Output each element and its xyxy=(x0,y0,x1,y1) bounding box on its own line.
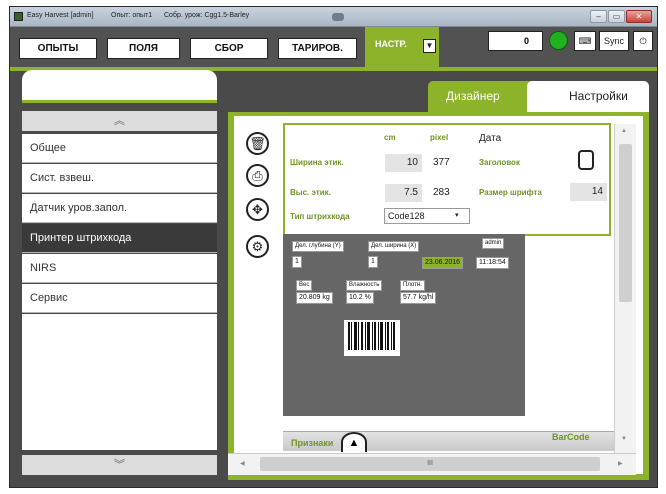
tab-settings[interactable]: Настройки xyxy=(527,81,649,112)
barcode-type-select[interactable]: Code128 ▾ xyxy=(384,208,470,224)
label-width-label: Ширина этик. xyxy=(290,158,344,167)
scroll-left-icon[interactable]: ◀ xyxy=(240,460,245,467)
menu-item-general[interactable]: Общее xyxy=(22,134,217,163)
font-size-label: Размер шрифта xyxy=(479,188,542,197)
harvest-label: Собр. урож: Cgg1.5-Barley xyxy=(164,12,250,19)
header-checkbox[interactable] xyxy=(578,150,594,170)
title-center-glyph xyxy=(332,13,344,21)
label-width-input[interactable]: 10 xyxy=(385,154,422,172)
preview-date[interactable]: 23.06.2016 xyxy=(422,257,464,269)
trash-icon[interactable]: 🗑 xyxy=(246,132,269,155)
preview-weight-value[interactable]: 20.809 kg xyxy=(296,292,333,304)
experiment-label: Опыт: опыт1 xyxy=(111,12,153,19)
close-button[interactable]: ✕ xyxy=(626,10,652,23)
preview-depth-value[interactable]: 1 xyxy=(292,256,302,268)
window-title: Easy Harvest [admin] xyxy=(27,12,94,19)
preview-moisture-value[interactable]: 10.2 % xyxy=(346,292,374,304)
expand-up-icon[interactable]: ▲ xyxy=(341,432,367,452)
move-icon[interactable]: ✥ xyxy=(246,198,269,221)
horizontal-scroll-thumb[interactable]: III xyxy=(260,457,600,471)
barcode-icon xyxy=(348,322,395,350)
preview-weight-label[interactable]: Вес xyxy=(296,280,313,291)
preview-user[interactable]: admin xyxy=(482,238,505,249)
menu-item-barcode-printer[interactable]: Принтер штрихкода xyxy=(22,224,217,253)
chevron-down-double-icon[interactable]: ︾ xyxy=(22,455,217,475)
preview-time[interactable]: 11:18:54 xyxy=(476,257,509,269)
app-icon xyxy=(14,12,23,21)
scroll-down-icon[interactable]: ▼ xyxy=(621,436,627,442)
preview-width-label[interactable]: Дел. ширина (X) xyxy=(368,241,420,252)
sync-button[interactable]: Sync xyxy=(599,31,629,51)
printer-icon[interactable]: ⎙ xyxy=(246,164,269,187)
tab-nastr[interactable]: НАСТР. ▼ xyxy=(365,27,439,67)
counter-display: 0 xyxy=(488,31,543,51)
chevron-up-icon[interactable]: ︽ xyxy=(22,111,217,131)
scroll-right-icon[interactable]: ▶ xyxy=(618,460,623,467)
minimize-button[interactable]: – xyxy=(590,10,607,23)
tab-sbor[interactable]: СБОР xyxy=(190,38,268,59)
date-header: Дата xyxy=(479,133,502,144)
chevron-down-icon[interactable]: ▼ xyxy=(423,39,436,53)
menu-item-nirs[interactable]: NIRS xyxy=(22,254,217,283)
menu-item-service[interactable]: Сервис xyxy=(22,284,217,313)
barcode-type-label: Тип штрихкода xyxy=(290,212,350,221)
scroll-up-icon[interactable]: ▲ xyxy=(621,128,627,134)
vertical-scrollbar[interactable]: ▲ ▼ xyxy=(614,124,636,454)
label-height-px: 283 xyxy=(433,187,450,198)
barcode-label: BarCode xyxy=(552,432,590,442)
font-size-input[interactable]: 14 xyxy=(570,183,607,201)
features-bar: Признаки ▲ BarCode xyxy=(283,431,614,452)
features-label: Признаки xyxy=(291,438,334,448)
label-height-label: Выс. этик. xyxy=(290,188,331,197)
title-bar: Easy Harvest [admin] Опыт: опыт1 Собр. у… xyxy=(10,7,657,27)
horizontal-scrollbar[interactable]: ◀ III ▶ xyxy=(228,453,636,475)
tab-nastr-label: НАСТР. xyxy=(375,39,407,49)
menu-empty-area xyxy=(22,314,217,450)
menu-item-weighing[interactable]: Сист. взвеш. xyxy=(22,164,217,193)
preview-density-value[interactable]: 57.7 kg/hl xyxy=(400,292,437,304)
status-indicator xyxy=(549,31,568,50)
cm-header: cm xyxy=(384,133,396,142)
left-panel-header xyxy=(22,70,217,103)
preview-depth-label[interactable]: Дел. глубина (Y) xyxy=(292,241,344,252)
tab-tarirov[interactable]: ТАРИРОВ. xyxy=(278,38,357,59)
chevron-down-icon: ▾ xyxy=(455,212,459,219)
tab-polya[interactable]: ПОЛЯ xyxy=(107,38,180,59)
pixel-header: pixel xyxy=(430,133,449,142)
gears-icon[interactable]: ⚙ xyxy=(246,235,269,258)
preview-width-value[interactable]: 1 xyxy=(368,256,378,268)
vertical-scroll-thumb[interactable] xyxy=(619,144,632,302)
barcode-image[interactable] xyxy=(344,320,400,356)
left-panel: ︽ Общее Сист. взвеш. Датчик уров.запол. … xyxy=(22,70,221,480)
menu-item-level-sensor[interactable]: Датчик уров.запол. xyxy=(22,194,217,223)
barcode-type-value: Code128 xyxy=(388,211,425,221)
label-height-input[interactable]: 7.5 xyxy=(385,184,422,202)
maximize-button[interactable]: ▭ xyxy=(608,10,625,23)
keyboard-icon[interactable]: ⌨ xyxy=(574,31,596,51)
label-width-px: 377 xyxy=(433,157,450,168)
preview-moisture-label[interactable]: Влажность xyxy=(346,280,383,291)
preview-density-label[interactable]: Плотн. xyxy=(400,280,425,291)
tab-opyty[interactable]: ОПЫТЫ xyxy=(19,38,97,59)
power-icon[interactable]: ⏻ xyxy=(633,31,653,51)
header-label: Заголовок xyxy=(479,158,520,167)
